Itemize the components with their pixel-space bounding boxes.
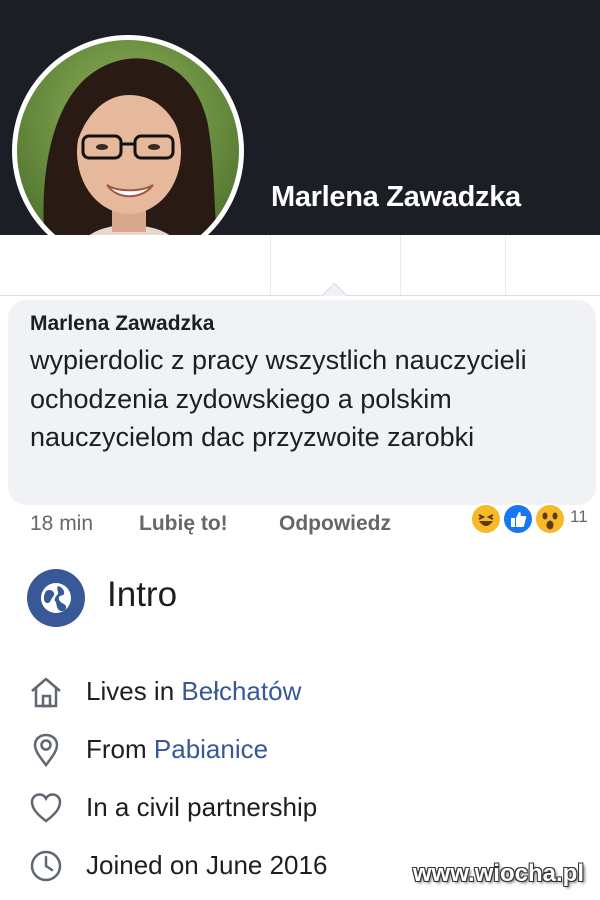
- profile-tab-strip: [0, 235, 600, 296]
- like-reaction-icon: [502, 503, 534, 535]
- tab-divider: [505, 235, 506, 295]
- intro-item-from: From Pabianice: [0, 728, 600, 772]
- home-icon: [28, 674, 64, 710]
- comment-author[interactable]: Marlena Zawadzka: [30, 312, 214, 336]
- intro-item-lives-in: Lives in Bełchatów: [0, 670, 600, 714]
- profile-name[interactable]: Marlena Zawadzka: [271, 181, 521, 214]
- like-button[interactable]: Lubię to!: [139, 512, 228, 536]
- intro-item-label: From: [86, 734, 154, 764]
- intro-title: Intro: [107, 575, 178, 614]
- comment-text: wypierdolic z pracy wszystlich nauczycie…: [30, 345, 527, 452]
- reactions-summary[interactable]: 11: [470, 501, 598, 537]
- intro-item-label: Joined on June 2016: [86, 850, 328, 880]
- intro-item-text: From Pabianice: [86, 734, 268, 765]
- wow-reaction-icon: [534, 503, 566, 535]
- intro-item-relationship: In a civil partnership: [0, 786, 600, 830]
- hometown-link[interactable]: Pabianice: [154, 734, 268, 764]
- haha-reaction-icon: [470, 503, 502, 535]
- heart-icon: [28, 790, 64, 826]
- intro-item-label: In a civil partnership: [86, 792, 318, 822]
- tab-divider: [400, 235, 401, 295]
- profile-photo: [17, 40, 239, 262]
- tab-divider: [270, 235, 271, 295]
- intro-item-text: Lives in Bełchatów: [86, 676, 301, 707]
- reply-button[interactable]: Odpowiedz: [279, 512, 391, 536]
- city-link[interactable]: Bełchatów: [181, 676, 301, 706]
- profile-avatar[interactable]: [12, 35, 244, 267]
- location-pin-icon: [28, 732, 64, 768]
- intro-item-label: Lives in: [86, 676, 182, 706]
- comment-timestamp[interactable]: 18 min: [30, 512, 93, 536]
- globe-icon: [27, 569, 85, 627]
- site-watermark: www.wiocha.pl: [412, 860, 584, 887]
- reaction-count: 11: [570, 507, 588, 526]
- intro-item-text: Joined on June 2016: [86, 850, 327, 881]
- intro-item-text: In a civil partnership: [86, 792, 317, 823]
- clock-icon: [28, 848, 64, 884]
